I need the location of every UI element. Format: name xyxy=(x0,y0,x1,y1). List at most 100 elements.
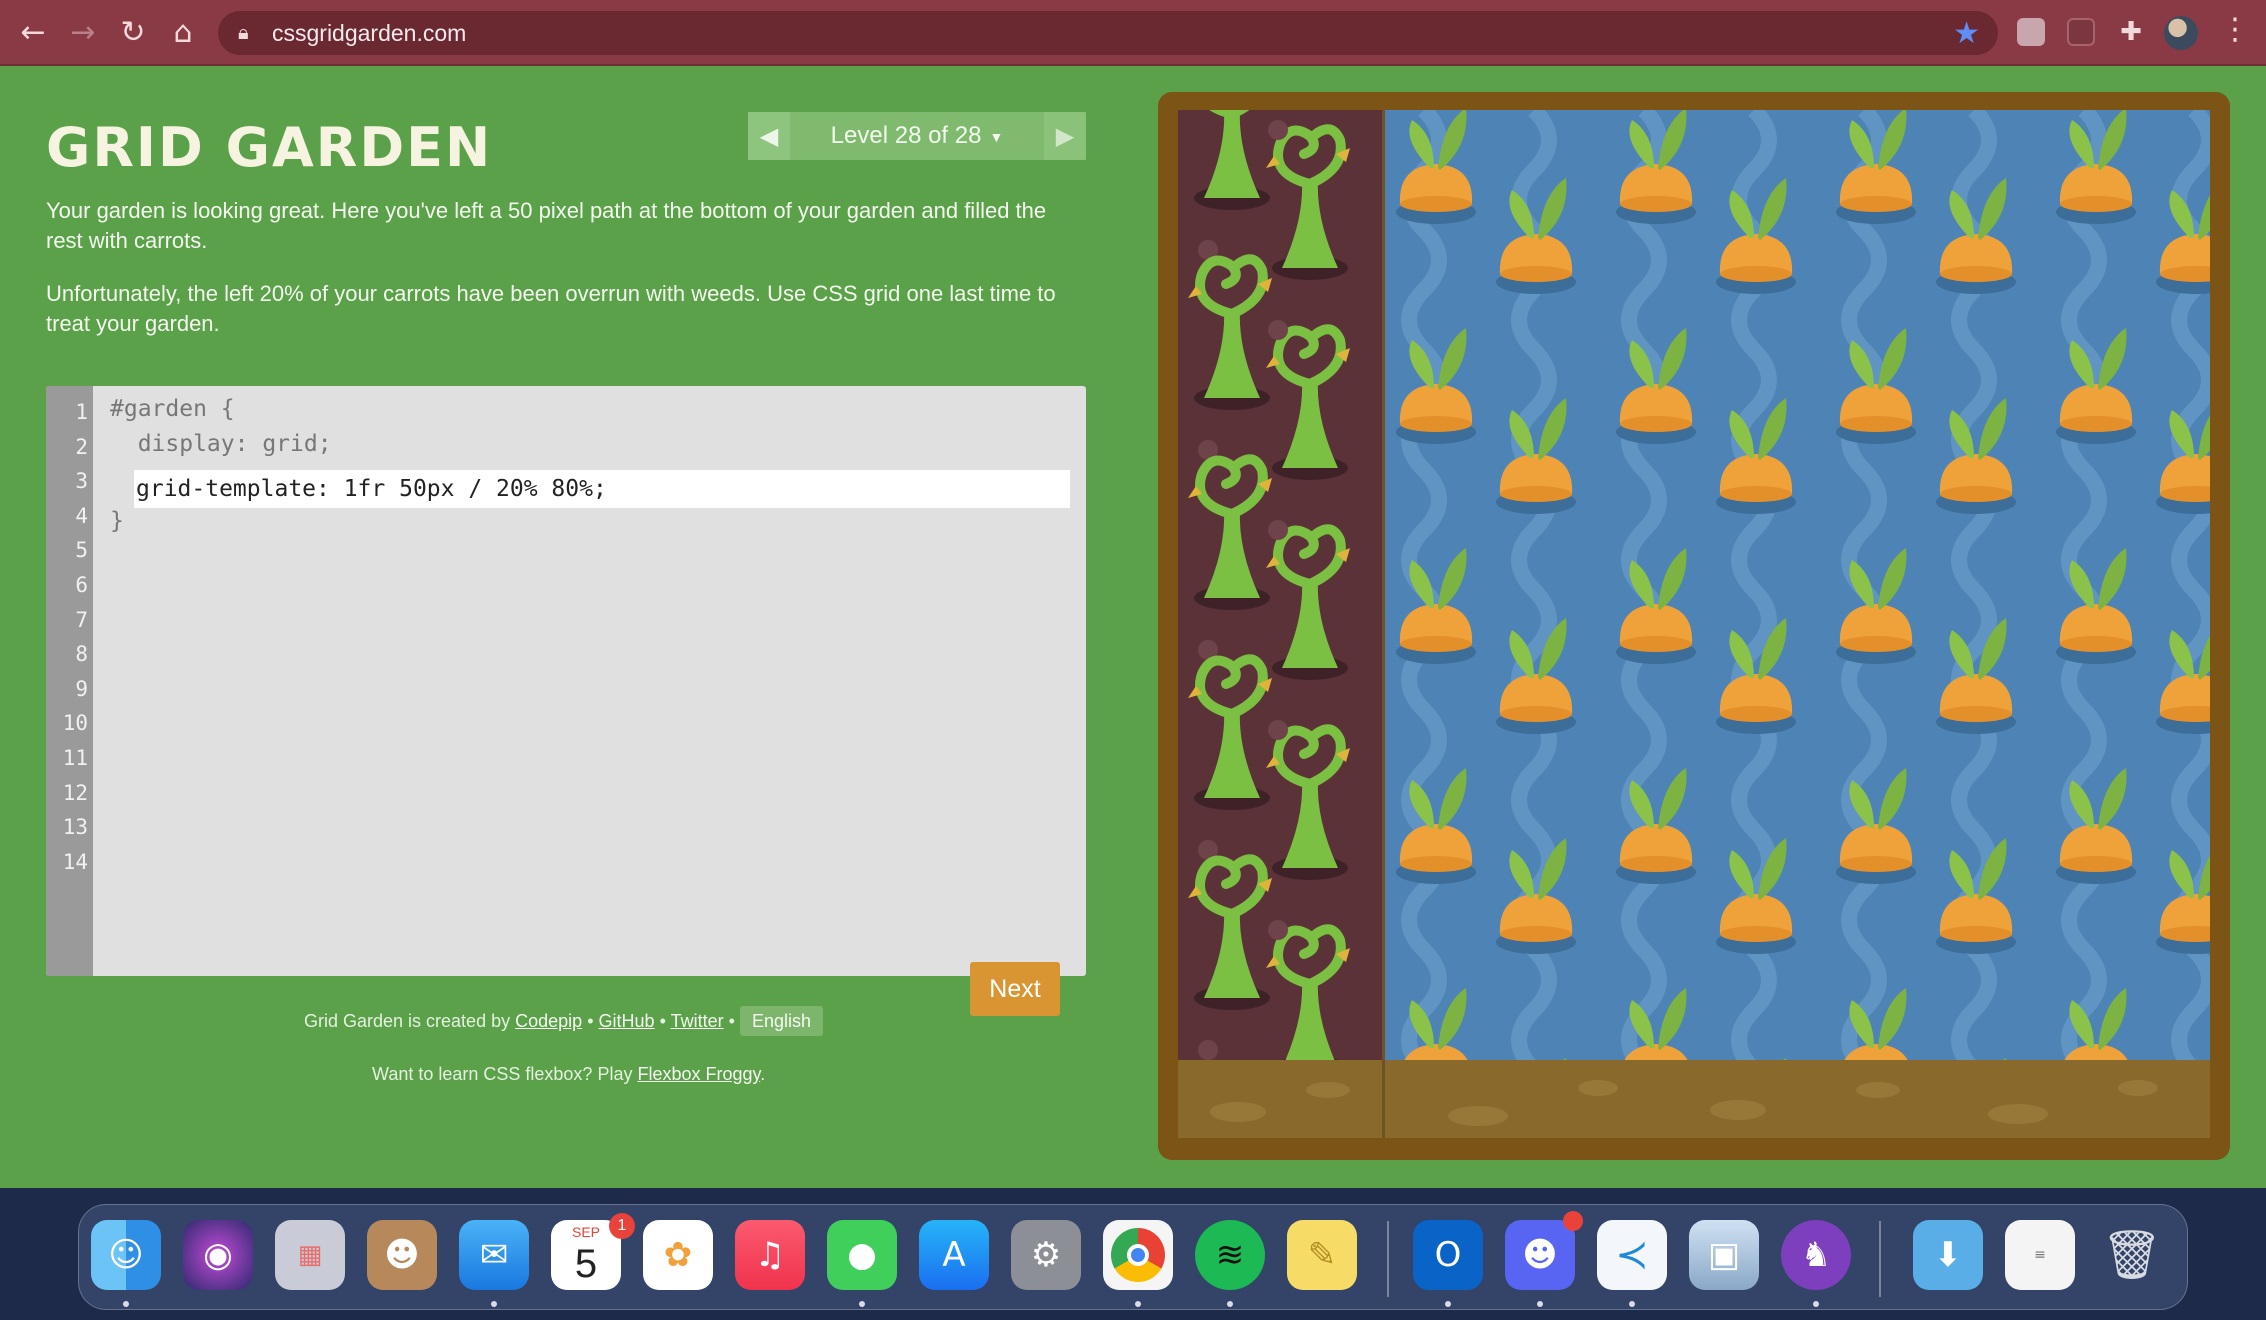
line-number: 13 xyxy=(62,815,88,840)
shield-extension-icon[interactable] xyxy=(2067,18,2095,46)
weed xyxy=(1266,324,1350,480)
preview-icon[interactable]: ▣ xyxy=(1689,1220,1759,1290)
separator: • xyxy=(659,1011,666,1031)
launchpad-icon[interactable]: ▦ xyxy=(275,1220,345,1290)
weed xyxy=(1266,924,1350,1080)
chrome-icon[interactable] xyxy=(1103,1220,1173,1290)
trash-icon[interactable]: 🗑︎ xyxy=(2097,1220,2167,1290)
grid-divider xyxy=(1382,110,1385,1138)
github-desktop-icon[interactable]: ♞ xyxy=(1781,1220,1851,1290)
reload-icon[interactable]: ↻ xyxy=(114,14,152,52)
menu-kebab-icon[interactable]: ⋮ xyxy=(2220,12,2250,47)
carrot xyxy=(1716,838,1796,954)
carrot xyxy=(1496,178,1576,294)
line-number: 3 xyxy=(75,469,88,494)
promo-text: Want to learn CSS flexbox? Play xyxy=(372,1064,633,1084)
carrots-illustration xyxy=(1396,110,2210,1060)
stickies-icon[interactable]: ✎ xyxy=(1287,1220,1357,1290)
line-number: 14 xyxy=(62,849,88,874)
mail-icon[interactable]: ✉ xyxy=(459,1220,529,1290)
url-text: cssgridgarden.com xyxy=(272,20,467,46)
music-icon[interactable]: ♫ xyxy=(735,1220,805,1290)
address-bar[interactable]: 🔒︎ cssgridgarden.com ★ xyxy=(218,11,1998,55)
extension-icon[interactable] xyxy=(2017,18,2045,46)
bookmark-star-icon[interactable]: ★ xyxy=(1953,16,1980,51)
line-number: 4 xyxy=(75,503,88,528)
carrot xyxy=(1836,328,1916,444)
carrot xyxy=(1936,178,2016,294)
credits: Grid Garden is created by Codepip • GitH… xyxy=(304,1006,823,1036)
photos-icon[interactable]: ✿ xyxy=(643,1220,713,1290)
github-link[interactable]: GitHub xyxy=(599,1011,655,1031)
line-number: 10 xyxy=(62,711,88,736)
language-selector[interactable]: English xyxy=(739,1006,823,1036)
siri-icon[interactable]: ◉ xyxy=(183,1220,253,1290)
running-indicator xyxy=(1445,1301,1451,1307)
weeds-illustration xyxy=(1188,110,1350,1080)
line-number: 2 xyxy=(75,434,88,459)
level-selector: ◀ Level 28 of 28 ▼ ▶ xyxy=(748,112,1086,160)
vscode-icon[interactable]: ≺ xyxy=(1597,1220,1667,1290)
discord-badge xyxy=(1563,1211,1583,1231)
running-indicator xyxy=(1629,1301,1635,1307)
carrot xyxy=(1936,838,2016,954)
previous-level-button[interactable]: ◀ xyxy=(748,112,790,160)
line-number: 9 xyxy=(75,676,88,701)
instruction-paragraph: Your garden is looking great. Here you'v… xyxy=(46,198,1047,253)
line-number: 5 xyxy=(75,538,88,563)
running-indicator xyxy=(1227,1301,1233,1307)
profile-avatar[interactable] xyxy=(2164,16,2198,50)
codepip-link[interactable]: Codepip xyxy=(515,1011,582,1031)
flexbox-promo: Want to learn CSS flexbox? Play Flexbox … xyxy=(372,1064,765,1085)
calendar-badge: 1 xyxy=(609,1213,635,1239)
running-indicator xyxy=(859,1301,865,1307)
carrot xyxy=(1716,178,1796,294)
lock-icon: 🔒︎ xyxy=(238,20,249,44)
spotify-icon[interactable]: ≋ xyxy=(1195,1220,1265,1290)
running-indicator xyxy=(1537,1301,1543,1307)
discord-icon[interactable]: ☻ xyxy=(1505,1220,1575,1290)
home-icon[interactable]: ⌂ xyxy=(164,14,202,52)
finder-icon[interactable]: ☺ xyxy=(91,1220,161,1290)
running-indicator xyxy=(1135,1301,1141,1307)
forward-icon[interactable]: → xyxy=(64,14,102,52)
messages-icon[interactable]: ● xyxy=(827,1220,897,1290)
weed xyxy=(1266,124,1350,280)
carrot xyxy=(1396,328,1476,444)
weed xyxy=(1188,854,1272,1010)
contacts-icon[interactable]: ☻ xyxy=(367,1220,437,1290)
path-texture xyxy=(1210,1080,2158,1126)
line-number: 12 xyxy=(62,780,88,805)
calendar-day: 5 xyxy=(574,1242,598,1286)
macos-dock: ☺ ◉ ▦ ☻ ✉ SEP 5 1 ✿ ♫ ● A ⚙ ≋ ✎ O ☻ ≺ ▣ … xyxy=(78,1204,2188,1310)
downloads-folder-icon[interactable]: ⬇ xyxy=(1913,1220,1983,1290)
weed xyxy=(1188,654,1272,810)
separator: • xyxy=(587,1011,594,1031)
next-button[interactable]: Next xyxy=(970,962,1060,1016)
dock-separator xyxy=(1879,1221,1881,1297)
instruction-paragraph: Unfortunately, the left 20% of your carr… xyxy=(46,281,1056,336)
carrot xyxy=(1496,838,1576,954)
running-indicator xyxy=(123,1301,129,1307)
weed xyxy=(1194,110,1270,210)
twitter-link[interactable]: Twitter xyxy=(671,1011,724,1031)
next-level-arrow-button[interactable]: ▶ xyxy=(1044,112,1086,160)
level-dropdown[interactable]: Level 28 of 28 ▼ xyxy=(790,112,1044,160)
back-icon[interactable]: ← xyxy=(14,14,52,52)
page-title: GRID GARDEN xyxy=(46,116,493,179)
game-page: GRID GARDEN ◀ Level 28 of 28 ▼ ▶ Your gar… xyxy=(0,66,2266,1188)
system-preferences-icon[interactable]: ⚙ xyxy=(1011,1220,1081,1290)
app-store-icon[interactable]: A xyxy=(919,1220,989,1290)
level-label: Level 28 of 28 xyxy=(830,122,982,149)
browser-toolbar: ← → ↻ ⌂ 🔒︎ cssgridgarden.com ★ ✚ ⋮ xyxy=(0,0,2266,66)
document-thumbnail-icon[interactable]: ≡ xyxy=(2005,1220,2075,1290)
puzzle-extensions-icon[interactable]: ✚ xyxy=(2117,18,2145,46)
css-input[interactable]: grid-template: 1fr 50px / 20% 80%; xyxy=(134,470,1070,508)
credits-text: Grid Garden is created by xyxy=(304,1011,511,1031)
code-line: } xyxy=(110,508,124,534)
outlook-icon[interactable]: O xyxy=(1413,1220,1483,1290)
running-indicator xyxy=(1813,1301,1819,1307)
line-number: 1 xyxy=(75,400,88,424)
weed xyxy=(1266,524,1350,680)
flexbox-froggy-link[interactable]: Flexbox Froggy xyxy=(637,1064,760,1084)
